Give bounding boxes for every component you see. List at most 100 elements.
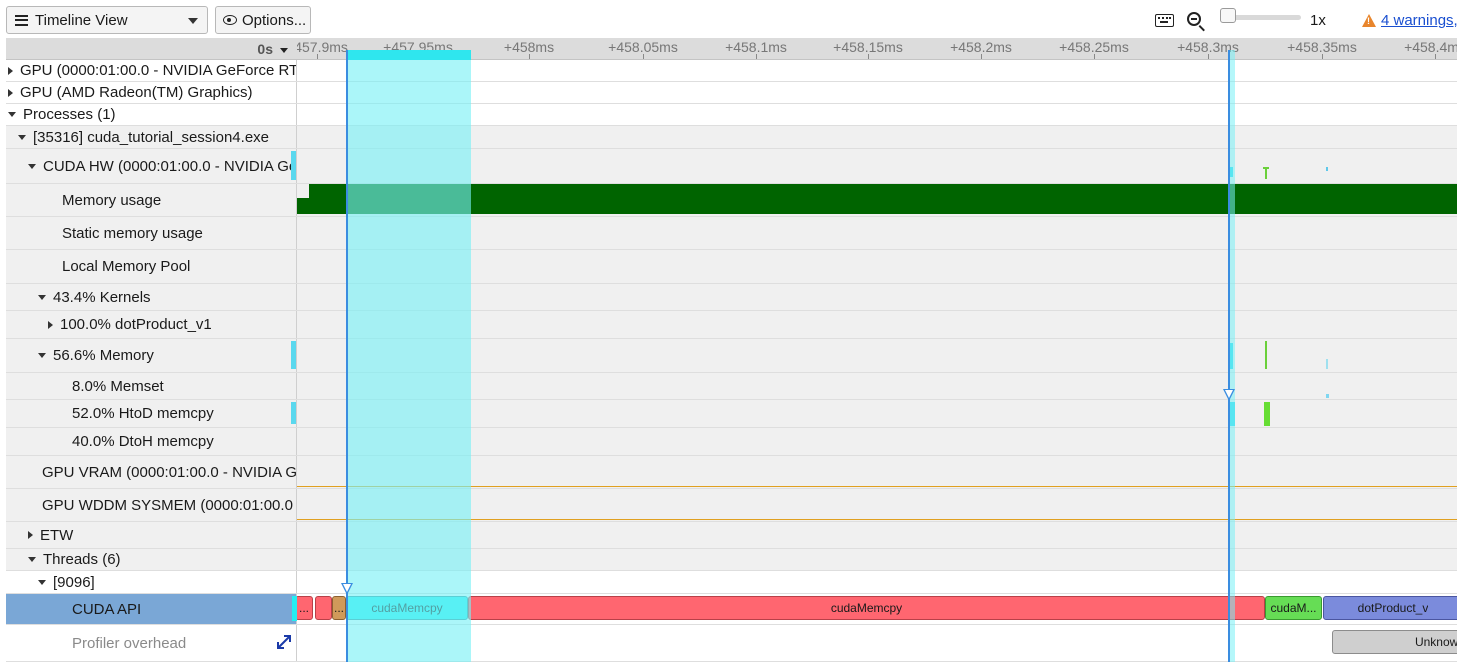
expand-arrow-icon[interactable] xyxy=(38,294,46,300)
row-gpu-wddm-sysmem[interactable]: GPU WDDM SYSMEM (0000:01:00.0 - I xyxy=(6,489,1457,522)
api-call[interactable]: ... xyxy=(295,596,313,620)
row-gpu-nvidia[interactable]: GPU (0000:01:00.0 - NVIDIA GeForce RTX xyxy=(6,60,1457,82)
row-label[interactable]: 40.0% DtoH memcpy xyxy=(6,428,297,455)
api-call-cudamemcpy[interactable]: cudaM... xyxy=(1265,596,1322,620)
row-label[interactable]: [9096] xyxy=(6,571,297,593)
row-track[interactable] xyxy=(297,373,1457,399)
row-track[interactable] xyxy=(297,104,1457,125)
row-label[interactable]: CUDA API xyxy=(6,594,297,624)
row-label[interactable]: GPU (0000:01:00.0 - NVIDIA GeForce RTX xyxy=(6,60,297,81)
row-profiler-overhead[interactable]: Profiler overhead Unknown xyxy=(6,625,1457,662)
row-label[interactable]: CUDA HW (0000:01:00.0 - NVIDIA GeF xyxy=(6,149,297,183)
row-track[interactable]: Unknown xyxy=(297,625,1457,661)
row-label[interactable]: 56.6% Memory xyxy=(6,339,297,372)
row-label[interactable]: 43.4% Kernels xyxy=(6,284,297,310)
cursor-marker-icon[interactable] xyxy=(341,583,353,595)
row-track[interactable] xyxy=(297,489,1457,521)
warnings-link[interactable]: 4 warnings, xyxy=(1362,12,1457,29)
profiler-overhead-label: Unknown xyxy=(1414,635,1457,649)
row-track[interactable] xyxy=(297,126,1457,148)
row-label[interactable]: Static memory usage xyxy=(6,217,297,249)
row-track[interactable] xyxy=(297,250,1457,283)
expand-arrow-icon[interactable] xyxy=(18,134,26,140)
row-processes[interactable]: Processes (1) xyxy=(6,104,1457,126)
row-track[interactable] xyxy=(297,82,1457,103)
selection-range[interactable] xyxy=(347,50,471,662)
zoom-out-icon[interactable] xyxy=(1187,12,1201,26)
row-label[interactable]: 8.0% Memset xyxy=(6,373,297,399)
row-label[interactable]: Threads (6) xyxy=(6,549,297,570)
row-track[interactable] xyxy=(297,60,1457,81)
row-label[interactable]: Memory usage xyxy=(6,184,297,216)
collapse-arrow-icon[interactable] xyxy=(28,531,33,539)
keyboard-icon[interactable] xyxy=(1155,14,1174,27)
cursor-marker-icon[interactable] xyxy=(1223,389,1235,401)
expand-arrow-icon[interactable] xyxy=(38,579,46,585)
row-thread-9096[interactable]: [9096] xyxy=(6,571,1457,594)
row-track[interactable] xyxy=(297,428,1457,455)
expand-arrow-icon[interactable] xyxy=(28,163,36,169)
row-label-text: 43.4% Kernels xyxy=(53,288,151,306)
expand-arrow-icon[interactable] xyxy=(38,353,46,358)
warnings-text[interactable]: 4 warnings, xyxy=(1381,12,1457,29)
collapse-arrow-icon[interactable] xyxy=(8,66,13,75)
row-track[interactable] xyxy=(297,149,1457,183)
row-label[interactable]: [35316] cuda_tutorial_session4.exe xyxy=(6,126,297,148)
expand-arrow-icon[interactable] xyxy=(8,112,16,117)
row-process-35316[interactable]: [35316] cuda_tutorial_session4.exe xyxy=(6,126,1457,149)
row-label[interactable]: ETW xyxy=(6,522,297,548)
time-origin-selector[interactable]: 0s xyxy=(6,38,297,60)
row-track[interactable] xyxy=(297,284,1457,310)
row-label[interactable]: GPU (AMD Radeon(TM) Graphics) xyxy=(6,82,297,103)
collapse-arrow-icon[interactable] xyxy=(8,88,13,97)
row-memset[interactable]: 8.0% Memset xyxy=(6,373,1457,400)
row-label[interactable]: 52.0% HtoD memcpy xyxy=(6,400,297,427)
row-dtoh-memcpy[interactable]: 40.0% DtoH memcpy xyxy=(6,428,1457,456)
row-memory[interactable]: 56.6% Memory xyxy=(6,339,1457,373)
row-track[interactable] xyxy=(297,339,1457,372)
row-htod-memcpy[interactable]: 52.0% HtoD memcpy xyxy=(6,400,1457,428)
expand-arrow-icon[interactable] xyxy=(28,557,36,562)
row-track[interactable] xyxy=(297,311,1457,338)
collapse-arrow-icon[interactable] xyxy=(48,320,53,329)
row-track[interactable] xyxy=(297,522,1457,548)
row-label[interactable]: Processes (1) xyxy=(6,104,297,125)
row-track[interactable] xyxy=(297,184,1457,216)
row-cuda-api[interactable]: CUDA API......cudaMemcpycudaMemcpycudaM.… xyxy=(6,594,1457,625)
api-call-cudamemcpy[interactable]: cudaMemcpy xyxy=(468,596,1265,620)
selection-range-header[interactable] xyxy=(347,50,471,60)
zoom-slider-thumb[interactable] xyxy=(1220,8,1236,23)
row-label[interactable]: Profiler overhead xyxy=(6,625,297,661)
row-memory-usage[interactable]: Memory usage xyxy=(6,184,1457,217)
row-static-memory-usage[interactable]: Static memory usage xyxy=(6,217,1457,250)
view-select-dropdown[interactable]: Timeline View xyxy=(6,6,208,34)
options-button[interactable]: Options... xyxy=(215,6,311,34)
row-label[interactable]: 100.0% dotProduct_v1 xyxy=(6,311,297,338)
profiler-overhead-bar[interactable]: Unknown xyxy=(1332,630,1457,654)
row-etw[interactable]: ETW xyxy=(6,522,1457,549)
row-label[interactable]: GPU WDDM SYSMEM (0000:01:00.0 - I xyxy=(6,489,297,521)
row-cuda-hw[interactable]: CUDA HW (0000:01:00.0 - NVIDIA GeF xyxy=(6,149,1457,184)
row-local-memory-pool[interactable]: Local Memory Pool xyxy=(6,250,1457,284)
row-track[interactable]: ......cudaMemcpycudaMemcpycudaM...dotPro… xyxy=(292,594,1457,624)
api-call[interactable]: ... xyxy=(332,596,346,620)
row-track[interactable] xyxy=(297,456,1457,488)
api-call-dotproduct[interactable]: dotProduct_v xyxy=(1323,596,1457,620)
row-track[interactable] xyxy=(297,400,1457,427)
expand-diagonal-icon[interactable] xyxy=(275,633,293,651)
zoom-slider-track[interactable] xyxy=(1225,15,1301,20)
time-ruler[interactable]: +457.9ms+457.95ms+458ms+458.05ms+458.1ms… xyxy=(297,38,1457,60)
row-label[interactable]: Local Memory Pool xyxy=(6,250,297,283)
row-dotproduct-v1[interactable]: 100.0% dotProduct_v1 xyxy=(6,311,1457,339)
row-threads[interactable]: Threads (6) xyxy=(6,549,1457,571)
cursor-line[interactable] xyxy=(346,50,348,662)
api-call[interactable] xyxy=(315,596,332,620)
cursor-line[interactable] xyxy=(1228,50,1230,662)
row-label[interactable]: GPU VRAM (0000:01:00.0 - NVIDIA GeF xyxy=(6,456,297,488)
row-track[interactable] xyxy=(297,549,1457,570)
row-kernels[interactable]: 43.4% Kernels xyxy=(6,284,1457,311)
row-gpu-vram[interactable]: GPU VRAM (0000:01:00.0 - NVIDIA GeF xyxy=(6,456,1457,489)
row-gpu-amd[interactable]: GPU (AMD Radeon(TM) Graphics) xyxy=(6,82,1457,104)
row-track[interactable] xyxy=(297,217,1457,249)
row-track[interactable] xyxy=(297,571,1457,593)
